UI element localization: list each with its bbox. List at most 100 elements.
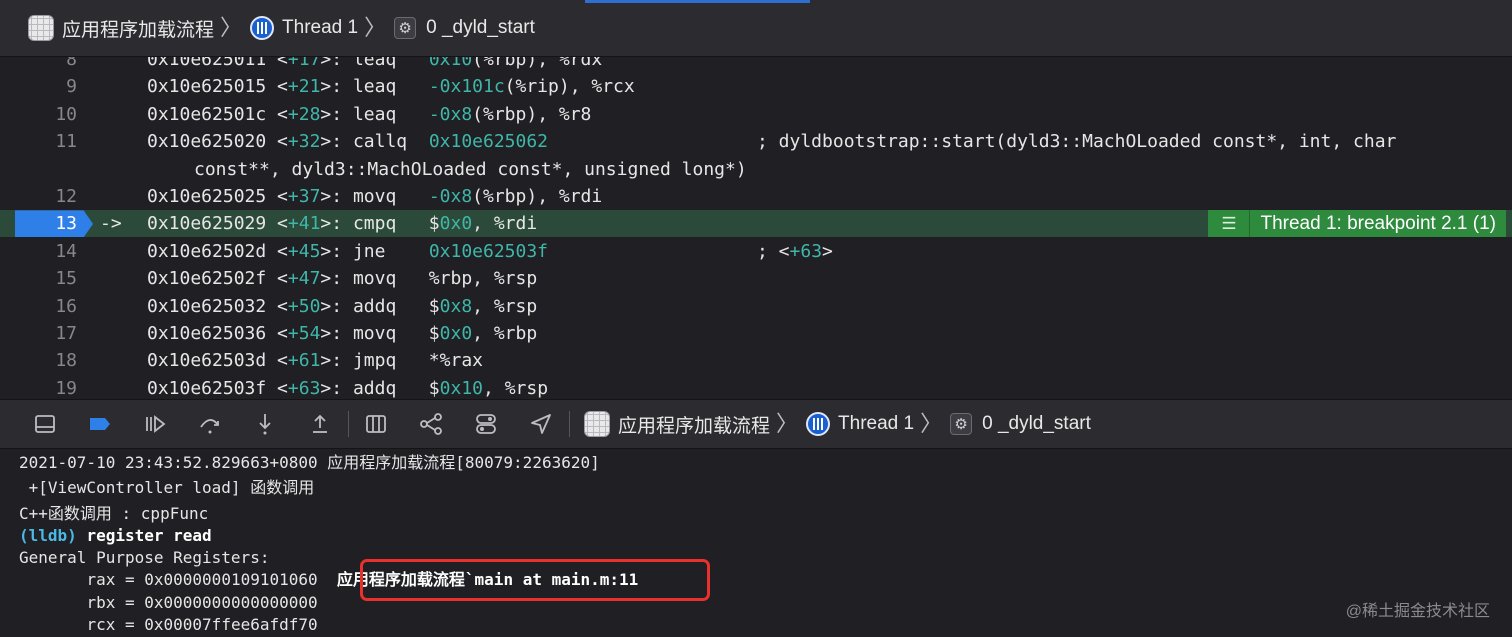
view-hierarchy-button[interactable] bbox=[363, 411, 389, 437]
instruction-row[interactable]: 16 0x10e625032 <+50>: addq $0x8, %rsp bbox=[0, 293, 1512, 320]
step-into-icon bbox=[259, 414, 271, 435]
operand-suffix: , %rdi bbox=[472, 213, 538, 235]
tab-accent-line bbox=[585, 0, 810, 3]
console-output[interactable]: 2021-07-10 23:43:52.829663+0800 应用程序加载流程… bbox=[0, 449, 1512, 637]
instruction-row-continuation: const**, dyld3::MachOLoaded const*, unsi… bbox=[0, 156, 1512, 183]
instruction-address: 0x10e62503d bbox=[147, 350, 267, 372]
instruction-opcode: movq bbox=[352, 186, 418, 207]
continue-icon bbox=[146, 415, 166, 433]
instruction-offset: +32 bbox=[287, 131, 321, 153]
environment-overrides-button[interactable] bbox=[473, 411, 499, 437]
thread-breakpoint-badge[interactable]: ☰ Thread 1: breakpoint 2.1 (1) bbox=[1208, 210, 1506, 238]
instruction-address: 0x10e62502d bbox=[147, 240, 267, 262]
view-hierarchy-icon bbox=[366, 415, 386, 433]
comment-offset: +63 bbox=[789, 240, 823, 262]
instruction-text: 0x10e625015 <+21>: leaq -0x101c(%rip), %… bbox=[147, 76, 635, 98]
chevron-right-icon: 〉 bbox=[220, 15, 243, 40]
console-log-line: +[ViewController load] 函数调用 bbox=[19, 478, 315, 497]
jump-bar: 应用程序加载流程 〉 Thread 1 〉 ⚙ 0 _dyld_start bbox=[0, 0, 1512, 57]
watermark: @稀土掘金技术社区 bbox=[1345, 603, 1490, 620]
step-out-button[interactable] bbox=[307, 411, 333, 437]
operand-prefix: $ bbox=[417, 295, 440, 317]
breadcrumb-app[interactable]: 应用程序加载流程 bbox=[28, 15, 214, 42]
instruction-address: 0x10e625020 bbox=[147, 131, 267, 153]
instruction-row[interactable]: 9 0x10e625015 <+21>: leaq -0x101c(%rip), … bbox=[0, 73, 1512, 100]
operand-prefix bbox=[418, 241, 429, 262]
instruction-text: 0x10e625032 <+50>: addq $0x8, %rsp bbox=[147, 295, 538, 317]
instruction-row[interactable]: 17 0x10e625036 <+54>: movq $0x0, %rbp bbox=[0, 320, 1512, 347]
toolbar-separator bbox=[348, 411, 349, 437]
operand-prefix bbox=[418, 186, 429, 207]
instruction-offset: +47 bbox=[287, 268, 321, 290]
instruction-text: 0x10e62503d <+61>: jmpq *%rax bbox=[147, 350, 483, 372]
instruction-text: 0x10e62502d <+45>: jne 0x10e62503f bbox=[147, 240, 549, 262]
gear-icon: ⚙ bbox=[950, 413, 973, 435]
instruction-row[interactable]: 18 0x10e62503d <+61>: jmpq *%rax bbox=[0, 347, 1512, 374]
instruction-row[interactable]: 15 0x10e62502f <+47>: movq %rbp, %rsp bbox=[0, 265, 1512, 292]
instruction-row[interactable]: 11 0x10e625020 <+32>: callq 0x10e625062 ; … bbox=[0, 128, 1512, 155]
disassembly-view[interactable]: 8 0x10e625011 <+17>: leaq 0x10(%rbp), %rd… bbox=[0, 57, 1512, 399]
instruction-row[interactable]: 8 0x10e625011 <+17>: leaq 0x10(%rbp), %rd… bbox=[0, 57, 1512, 73]
register-value: 0x0000000109101060 bbox=[144, 570, 318, 589]
instruction-text: 0x10e625020 <+32>: callq 0x10e625062 bbox=[147, 131, 549, 153]
instruction-comment: ; dyldbootstrap::start(dyld3::MachOLoade… bbox=[757, 131, 1397, 153]
instruction-text: 0x10e625011 <+17>: leaq 0x10(%rbp), %rdx bbox=[147, 57, 602, 73]
toolbar-frame-label: 0 _dyld_start bbox=[982, 413, 1091, 434]
console-command-line: (lldb) register read bbox=[19, 525, 212, 547]
instruction-opcode: jmpq bbox=[352, 350, 418, 372]
instruction-opcode: movq bbox=[352, 323, 418, 344]
instruction-opcode: callq bbox=[352, 131, 418, 153]
app-icon bbox=[28, 15, 54, 41]
instruction-offset: +61 bbox=[287, 350, 321, 372]
instruction-offset: +63 bbox=[287, 377, 321, 399]
breadcrumb-frame[interactable]: ⚙ 0 _dyld_start bbox=[394, 17, 535, 39]
operand-suffix: (%rip), %rcx bbox=[504, 76, 635, 98]
register-value: 0x00007ffee6afdf70 bbox=[144, 615, 318, 634]
breakpoints-toggle-button[interactable] bbox=[87, 411, 113, 437]
operand-suffix: (%rbp), %r8 bbox=[472, 103, 592, 125]
register-name: rax bbox=[86, 570, 116, 589]
operand-literal: 0x10e625062 bbox=[428, 131, 549, 153]
instruction-offset: +45 bbox=[287, 240, 321, 262]
chevron-right-icon: 〉 bbox=[776, 411, 799, 436]
toolbar-breadcrumb-frame[interactable]: ⚙ 0 _dyld_start bbox=[950, 413, 1091, 435]
simulate-location-button[interactable] bbox=[528, 411, 554, 437]
step-out-icon bbox=[313, 414, 327, 433]
step-over-button[interactable] bbox=[197, 411, 223, 437]
instruction-comment-wrap: const**, dyld3::MachOLoaded const*, unsi… bbox=[194, 158, 747, 180]
breakpoint-icon bbox=[90, 418, 110, 430]
toolbar-breadcrumb-app[interactable]: 应用程序加载流程 bbox=[584, 411, 770, 438]
line-number: 16 bbox=[55, 295, 77, 317]
line-number: 13 bbox=[55, 213, 77, 235]
line-number: 19 bbox=[55, 377, 77, 399]
line-number: 15 bbox=[55, 268, 77, 290]
instruction-offset: +28 bbox=[287, 103, 321, 125]
continue-button[interactable] bbox=[142, 411, 168, 437]
toggles-icon bbox=[476, 414, 496, 434]
comment-prefix: ; < bbox=[757, 240, 790, 262]
step-into-button[interactable] bbox=[252, 411, 278, 437]
breadcrumb-thread[interactable]: Thread 1 bbox=[250, 16, 358, 40]
instruction-opcode: addq bbox=[352, 377, 418, 399]
instruction-row[interactable]: 12 0x10e625025 <+37>: movq -0x8(%rbp), %r… bbox=[0, 183, 1512, 210]
instruction-row[interactable]: 19 0x10e62503f <+63>: addq $0x10, %rsp bbox=[0, 375, 1512, 399]
operand-prefix bbox=[418, 76, 429, 97]
step-over-icon bbox=[200, 419, 219, 434]
console-log-line: 2021-07-10 23:43:52.829663+0800 应用程序加载流程… bbox=[19, 453, 600, 472]
current-instruction-row[interactable]: 13 -> 0x10e625029 <+41>: cmpq $0x0, %rdi ☰ T… bbox=[0, 210, 1512, 238]
instruction-row[interactable]: 10 0x10e62501c <+28>: leaq -0x8(%rbp), %r… bbox=[0, 101, 1512, 128]
instruction-row[interactable]: 14 0x10e62502d <+45>: jne 0x10e62503f; <+… bbox=[0, 238, 1512, 265]
instruction-offset: +54 bbox=[287, 323, 321, 344]
toolbar-breadcrumb-thread[interactable]: Thread 1 bbox=[806, 412, 914, 436]
app-icon bbox=[584, 411, 610, 437]
instruction-offset: +21 bbox=[287, 76, 321, 98]
memory-graph-button[interactable] bbox=[418, 411, 444, 437]
instruction-opcode: jne bbox=[352, 240, 418, 262]
thread-icon bbox=[250, 16, 275, 40]
registers-header: General Purpose Registers: bbox=[19, 548, 270, 567]
hide-debug-area-button[interactable] bbox=[32, 411, 58, 437]
panel-bottom-icon bbox=[35, 415, 55, 433]
register-name: rcx bbox=[86, 615, 116, 634]
instruction-address: 0x10e625032 bbox=[147, 295, 267, 317]
line-number: 10 bbox=[55, 103, 77, 125]
